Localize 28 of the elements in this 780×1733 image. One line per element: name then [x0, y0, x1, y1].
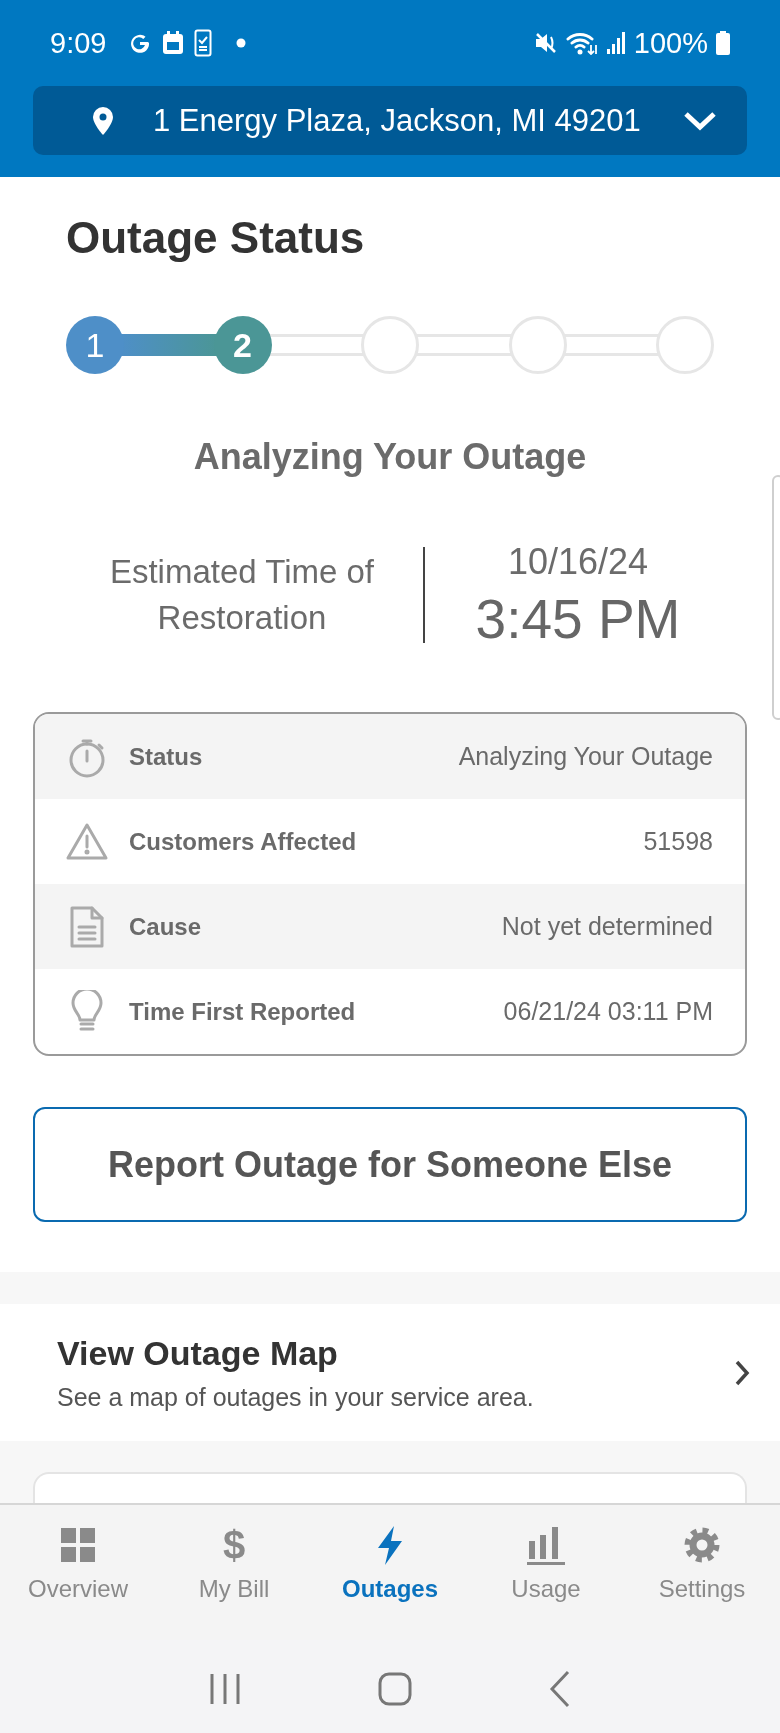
detail-label: Customers Affected: [129, 827, 357, 856]
stage-heading: Analyzing Your Outage: [192, 435, 588, 479]
nav-tab[interactable]: Overview: [0, 1525, 156, 1640]
nav-tab[interactable]: Outages: [312, 1525, 468, 1640]
nav-tab[interactable]: $ My Bill: [156, 1525, 312, 1640]
restoration-date: 10/16/24: [507, 540, 649, 584]
restoration-label: Estimated Time of Restoration: [108, 552, 376, 638]
clock-time: 9:09: [50, 26, 107, 60]
report-outage-button[interactable]: Report Outage for Someone Else: [33, 1107, 747, 1222]
outage-map-link[interactable]: View Outage Map See a map of outages in your service area.: [0, 1304, 780, 1441]
detail-label: Status: [129, 742, 203, 771]
dollar-icon: $: [222, 1525, 246, 1565]
detail-value: Analyzing Your Outage: [458, 742, 713, 771]
detail-value: 06/21/24 03:11 PM: [503, 997, 713, 1026]
nav-tab[interactable]: Usage: [468, 1525, 624, 1640]
address-selector[interactable]: 1 Energy Plaza, Jackson, MI 49201: [33, 86, 747, 155]
detail-value: Not yet determined: [501, 912, 713, 941]
detail-label: Cause: [129, 912, 202, 941]
link-title: View Outage Map: [57, 1332, 339, 1374]
detail-label: Time First Reported: [129, 997, 356, 1026]
step-circle: 2: [213, 316, 272, 374]
detail-value: 51598: [643, 827, 713, 856]
restoration-time: 3:45 PM: [475, 587, 681, 652]
page-title: Outage Status: [66, 212, 366, 264]
link-subtitle: See a map of outages in your service area.: [57, 1381, 535, 1413]
step-circle: 1: [66, 316, 124, 374]
nav-tab[interactable]: Settings: [624, 1525, 780, 1640]
battery-percent: 100%: [633, 26, 708, 60]
